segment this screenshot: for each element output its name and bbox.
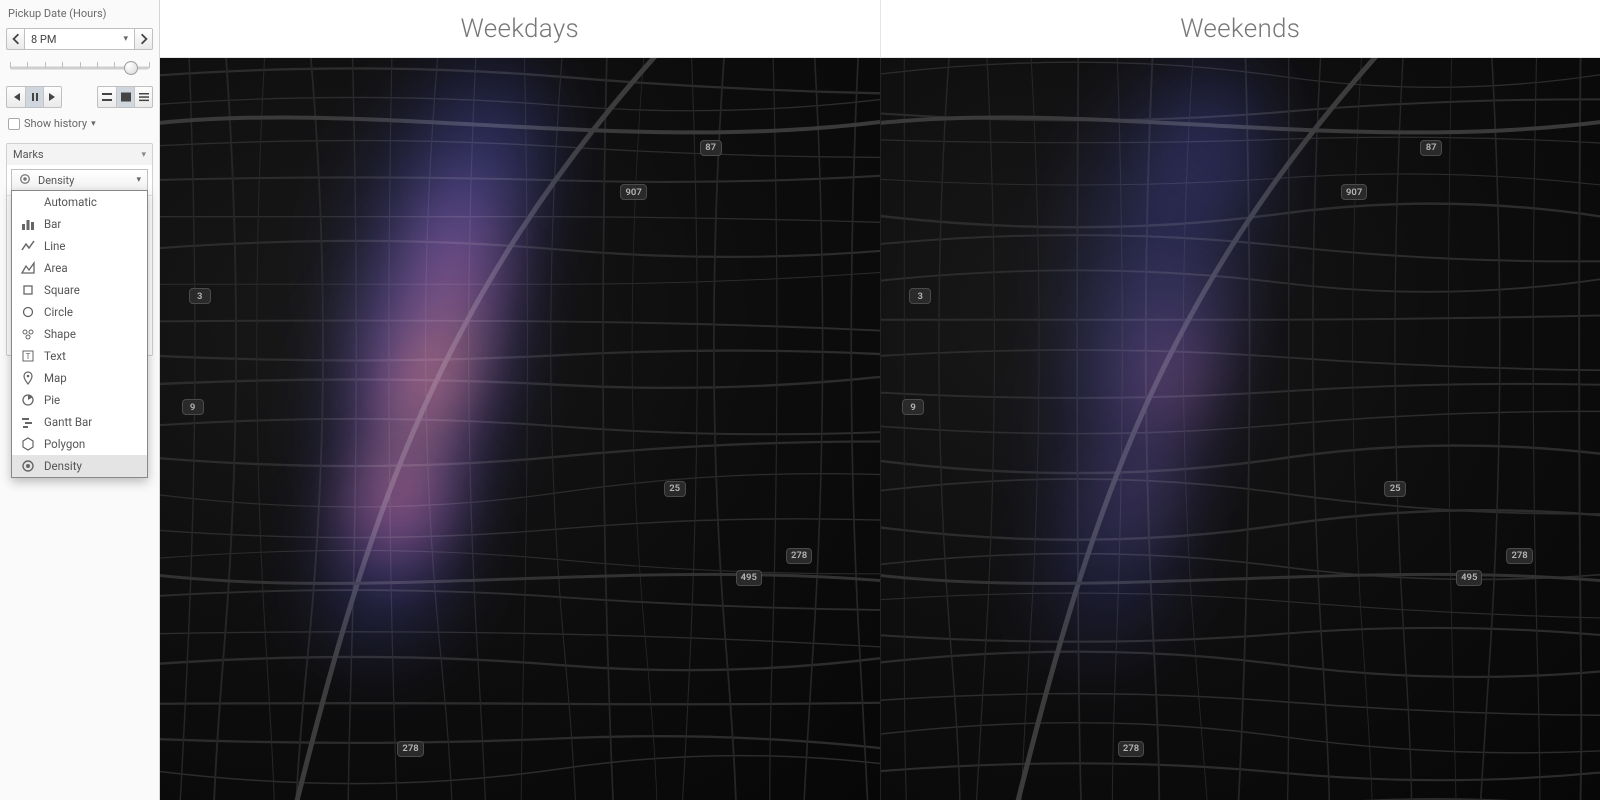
pie-icon: [20, 393, 36, 407]
marks-option-label: Density: [44, 459, 82, 473]
marks-type-select[interactable]: Density ▾ AutomaticBarLineAreaSquareCirc…: [11, 169, 148, 191]
marks-option-label: Line: [44, 239, 65, 253]
marks-option-density[interactable]: Density: [12, 455, 147, 477]
marks-option-shape[interactable]: Shape: [12, 323, 147, 345]
column-header: Weekends: [880, 0, 1600, 57]
hour-value: 8 PM: [31, 33, 56, 46]
show-history-checkbox[interactable]: [8, 118, 20, 130]
marks-card-title: Marks: [13, 148, 44, 161]
skip-forward-button[interactable]: [43, 87, 61, 107]
column-header: Weekdays: [160, 0, 880, 57]
skip-back-icon: [9, 91, 23, 103]
skip-back-button[interactable]: [7, 87, 25, 107]
show-history-row: Show history ▾: [6, 116, 153, 131]
marks-option-label: Circle: [44, 305, 73, 319]
marks-option-label: Area: [44, 261, 68, 275]
hour-select[interactable]: 8 PM ▾: [24, 28, 135, 50]
polygon-icon: [20, 437, 36, 451]
filter-title: Pickup Date (Hours): [6, 4, 153, 20]
svg-text:T: T: [26, 352, 31, 361]
density-icon: [20, 459, 36, 473]
line-icon: [20, 239, 36, 253]
chevron-left-icon: [9, 33, 23, 45]
viz-column-headers: Weekdays Weekends: [160, 0, 1600, 58]
marks-option-label: Automatic: [44, 195, 97, 209]
view-mode-1[interactable]: [98, 87, 116, 107]
viz-area: Weekdays Weekends 8790739252784952788790…: [160, 0, 1600, 800]
marks-option-automatic[interactable]: Automatic: [12, 191, 147, 213]
viz-body: 879073925278495278879073925278495278: [160, 58, 1600, 800]
marks-type-dropdown: Automatic Bar Line Area Square Circle Shape T Te…: [11, 190, 148, 478]
map-panel[interactable]: 879073925278495278: [880, 58, 1600, 800]
hour-slider[interactable]: [6, 58, 153, 78]
area-icon: [20, 261, 36, 275]
marks-option-label: Square: [44, 283, 80, 297]
marks-option-label: Polygon: [44, 437, 85, 451]
show-history-label: Show history: [24, 117, 87, 130]
marks-card: Marks ▾ Density ▾ AutomaticBarLineAreaSq…: [6, 143, 153, 356]
marks-option-area[interactable]: Area: [12, 257, 147, 279]
marks-option-label: Gantt Bar: [44, 415, 92, 429]
marks-option-label: Text: [44, 349, 66, 363]
marks-option-circle[interactable]: Circle: [12, 301, 147, 323]
marks-option-map[interactable]: Map: [12, 367, 147, 389]
square-icon: [20, 283, 36, 297]
caret-down-icon: ▾: [136, 175, 141, 185]
marks-option-square[interactable]: Square: [12, 279, 147, 301]
marks-option-polygon[interactable]: Polygon: [12, 433, 147, 455]
view-mode-3[interactable]: [134, 87, 152, 107]
marks-option-label: Bar: [44, 217, 61, 231]
marks-type-value: Density: [38, 174, 74, 187]
marks-option-pie[interactable]: Pie: [12, 389, 147, 411]
marks-option-label: Shape: [44, 327, 76, 341]
text-icon: T: [20, 349, 36, 363]
marks-option-text[interactable]: T Text: [12, 345, 147, 367]
side-panel: Pickup Date (Hours) 8 PM ▾: [0, 0, 160, 800]
marks-option-label: Map: [44, 371, 67, 385]
bar-icon: [20, 217, 36, 231]
blank-icon: [20, 195, 36, 209]
caret-down-icon: ▾: [123, 34, 128, 44]
marks-card-header[interactable]: Marks ▾: [7, 144, 152, 165]
density-icon: [18, 173, 32, 188]
playback-controls: [6, 86, 153, 108]
view-mode-2[interactable]: [116, 87, 134, 107]
rows-icon: [100, 91, 114, 103]
shape-icon: [20, 327, 36, 341]
marks-option-label: Pie: [44, 393, 60, 407]
chevron-right-icon: [137, 33, 151, 45]
hour-prev-button[interactable]: [6, 28, 24, 50]
list-icon: [137, 91, 151, 103]
hour-stepper: 8 PM ▾: [6, 28, 153, 50]
caret-down-icon: ▾: [141, 150, 146, 160]
gantt-icon: [20, 415, 36, 429]
pause-button[interactable]: [25, 87, 43, 107]
slider-thumb[interactable]: [124, 61, 138, 75]
marks-option-gantt-bar[interactable]: Gantt Bar: [12, 411, 147, 433]
skip-forward-icon: [46, 91, 60, 103]
hour-next-button[interactable]: [135, 28, 153, 50]
caret-down-icon: ▾: [91, 119, 96, 129]
marks-option-line[interactable]: Line: [12, 235, 147, 257]
marks-option-bar[interactable]: Bar: [12, 213, 147, 235]
circle-icon: [20, 305, 36, 319]
pause-icon: [28, 91, 42, 103]
map-icon: [20, 371, 36, 385]
map-panel[interactable]: 879073925278495278: [160, 58, 880, 800]
card-icon: [119, 91, 133, 103]
